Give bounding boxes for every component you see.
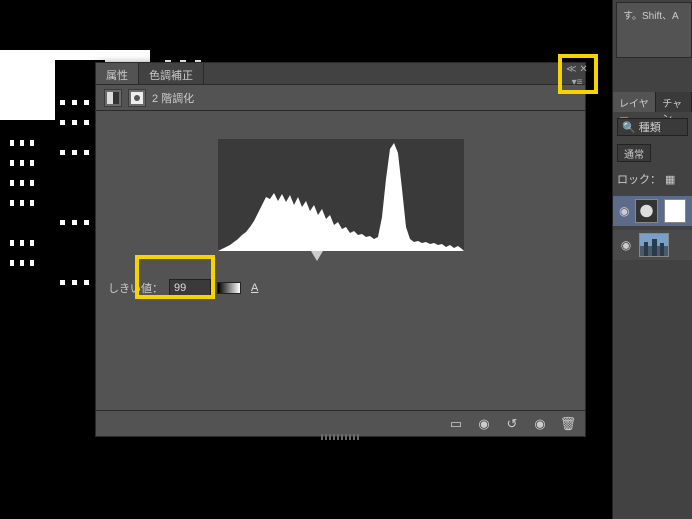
eye-icon[interactable]: ◉ [619,204,629,218]
threshold-histogram [218,139,464,251]
threshold-label: しきい値： [108,280,163,296]
right-dock: す。Shift、A レイヤー チャン 🔍 種類 通常 ロック： ▦ ◉ ◉ [612,0,692,519]
clip-to-layer-icon[interactable]: ▭ [447,415,465,433]
threshold-input[interactable] [169,279,211,297]
adjustment-title: 2 階調化 [152,90,194,106]
mask-thumb-icon [664,199,686,223]
trash-icon[interactable]: 🗑 [559,415,577,433]
panel-controls: ≪ ✕ ▾≡ [564,60,590,92]
layer-row-background[interactable]: ◉ [613,230,692,260]
visibility-icon[interactable]: ◉ [531,415,549,433]
panel-menu-icon[interactable]: ▾≡ [572,77,583,88]
layer-filter-select[interactable]: 🔍 種類 [617,118,688,136]
image-thumb-icon [639,233,669,257]
layer-filter-label: 種類 [639,119,661,135]
blend-mode-select[interactable]: 通常 [617,144,651,162]
lock-label: ロック： [617,171,661,187]
threshold-slider[interactable] [218,251,464,265]
mask-icon[interactable] [128,89,146,107]
slider-thumb-icon[interactable] [311,251,323,261]
panel-resize-grip[interactable] [321,434,361,440]
reset-icon[interactable]: ↺ [503,415,521,433]
tab-color-correction[interactable]: 色調補正 [139,63,204,84]
tab-properties[interactable]: 属性 [96,63,139,84]
tab-layers[interactable]: レイヤー [613,92,656,112]
eye-icon[interactable]: ◉ [619,238,633,252]
gradient-icon [217,282,241,294]
lock-pixels-icon[interactable]: ▦ [665,173,675,186]
panel-collapse-icon[interactable]: ≪ ✕ [566,64,588,75]
layers-panel-tabs: レイヤー チャン [613,92,692,112]
tooltip-fragment: す。Shift、A [616,2,692,58]
layer-row-threshold[interactable]: ◉ [613,196,692,226]
auto-button[interactable]: A [251,282,258,294]
adjustment-type-icon [104,89,122,107]
view-previous-icon[interactable]: ◉ [475,415,493,433]
adjustment-thumb-icon [635,199,657,223]
search-icon: 🔍 [622,121,636,134]
tab-channels[interactable]: チャン [656,92,692,112]
properties-panel: 属性 色調補正 2 階調化 しきい値： A ▭ ◉ ↺ ◉ 🗑 [95,62,586,437]
